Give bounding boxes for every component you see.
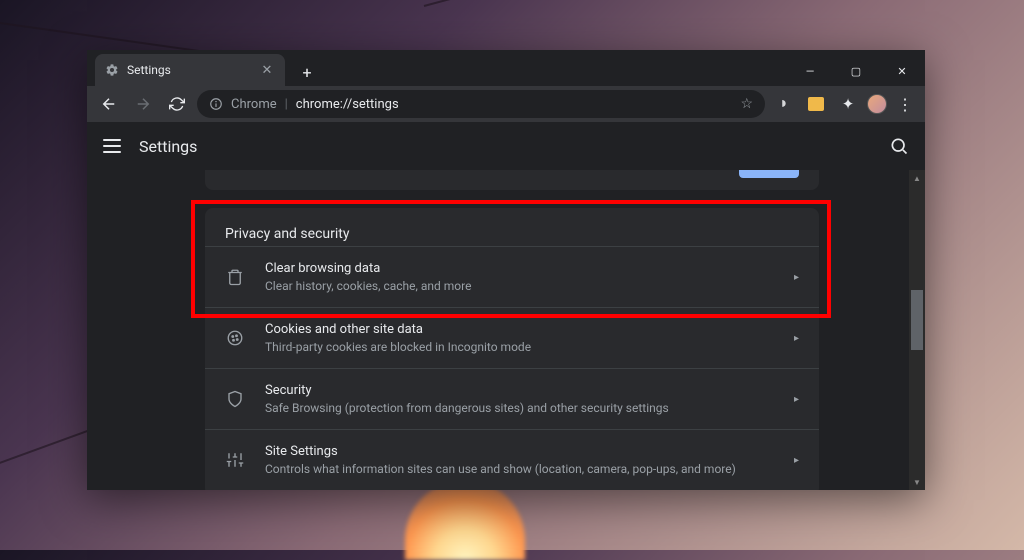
row-title: Clear browsing data bbox=[265, 261, 794, 276]
url-scheme: Chrome bbox=[231, 97, 277, 112]
profile-avatar[interactable] bbox=[867, 94, 887, 114]
extension-box-icon[interactable] bbox=[804, 92, 828, 116]
browser-window: Settings ✕ + — ▢ ✕ Chrome | chrome://set… bbox=[87, 50, 925, 490]
scroll-down-button[interactable]: ▼ bbox=[909, 474, 925, 490]
sliders-icon bbox=[225, 450, 245, 470]
partial-card bbox=[205, 170, 819, 190]
cookie-icon bbox=[225, 328, 245, 348]
shield-icon bbox=[225, 389, 245, 409]
address-bar[interactable]: Chrome | chrome://settings ☆ bbox=[197, 90, 765, 118]
row-title: Cookies and other site data bbox=[265, 322, 794, 337]
back-button[interactable] bbox=[95, 90, 123, 118]
row-text: Cookies and other site data Third-party … bbox=[265, 322, 794, 354]
scroll-up-button[interactable]: ▲ bbox=[909, 170, 925, 186]
forward-button[interactable] bbox=[129, 90, 157, 118]
close-tab-button[interactable]: ✕ bbox=[259, 62, 275, 78]
browser-tab[interactable]: Settings ✕ bbox=[95, 54, 285, 86]
privacy-security-card: Privacy and security Clear browsing data… bbox=[205, 208, 819, 490]
close-window-button[interactable]: ✕ bbox=[879, 56, 925, 86]
search-button[interactable] bbox=[889, 136, 909, 156]
url-path: chrome://settings bbox=[296, 97, 399, 112]
gear-icon bbox=[105, 63, 119, 77]
settings-appbar: Settings bbox=[87, 122, 925, 170]
page-title: Settings bbox=[139, 137, 197, 156]
maximize-button[interactable]: ▢ bbox=[833, 56, 879, 86]
chevron-right-icon: ▸ bbox=[794, 394, 799, 405]
chevron-right-icon: ▸ bbox=[794, 455, 799, 466]
minimize-button[interactable]: — bbox=[787, 56, 833, 86]
url-separator: | bbox=[285, 97, 288, 112]
row-site-settings[interactable]: Site Settings Controls what information … bbox=[205, 429, 819, 490]
content-area: Privacy and security Clear browsing data… bbox=[87, 170, 925, 490]
new-tab-button[interactable]: + bbox=[293, 58, 321, 86]
tab-title: Settings bbox=[127, 63, 251, 77]
chevron-right-icon: ▸ bbox=[794, 333, 799, 344]
extension-tag-icon[interactable]: ◗ bbox=[772, 92, 796, 116]
toolbar: Chrome | chrome://settings ☆ ◗ ✦ ⋮ bbox=[87, 86, 925, 122]
row-text: Security Safe Browsing (protection from … bbox=[265, 383, 794, 415]
row-title: Site Settings bbox=[265, 444, 794, 459]
site-info-icon[interactable] bbox=[209, 97, 223, 111]
scroll-region[interactable]: Privacy and security Clear browsing data… bbox=[87, 170, 909, 490]
tab-strip: Settings ✕ + — ▢ ✕ bbox=[87, 50, 925, 86]
row-security[interactable]: Security Safe Browsing (protection from … bbox=[205, 368, 819, 429]
card-header: Privacy and security bbox=[205, 208, 819, 246]
row-subtitle: Clear history, cookies, cache, and more bbox=[265, 279, 794, 293]
menu-button[interactable]: ⋮ bbox=[893, 95, 917, 114]
partial-button[interactable] bbox=[739, 170, 799, 178]
reload-button[interactable] bbox=[163, 90, 191, 118]
row-subtitle: Safe Browsing (protection from dangerous… bbox=[265, 401, 794, 415]
row-title: Security bbox=[265, 383, 794, 398]
row-cookies[interactable]: Cookies and other site data Third-party … bbox=[205, 307, 819, 368]
bookmark-star-icon[interactable]: ☆ bbox=[740, 96, 753, 112]
row-subtitle: Third-party cookies are blocked in Incog… bbox=[265, 340, 794, 354]
chevron-right-icon: ▸ bbox=[794, 272, 799, 283]
row-text: Clear browsing data Clear history, cooki… bbox=[265, 261, 794, 293]
menu-icon[interactable] bbox=[103, 139, 121, 153]
trash-icon bbox=[225, 267, 245, 287]
row-text: Site Settings Controls what information … bbox=[265, 444, 794, 476]
row-subtitle: Controls what information sites can use … bbox=[265, 462, 794, 476]
bg-wire bbox=[424, 0, 1024, 7]
scrollbar-thumb[interactable] bbox=[911, 290, 923, 350]
window-controls: — ▢ ✕ bbox=[787, 56, 925, 86]
bg-bulb bbox=[405, 480, 525, 560]
scrollbar-track[interactable]: ▲ ▼ bbox=[909, 170, 925, 490]
extensions-puzzle-icon[interactable]: ✦ bbox=[836, 92, 860, 116]
row-clear-browsing-data[interactable]: Clear browsing data Clear history, cooki… bbox=[205, 246, 819, 307]
